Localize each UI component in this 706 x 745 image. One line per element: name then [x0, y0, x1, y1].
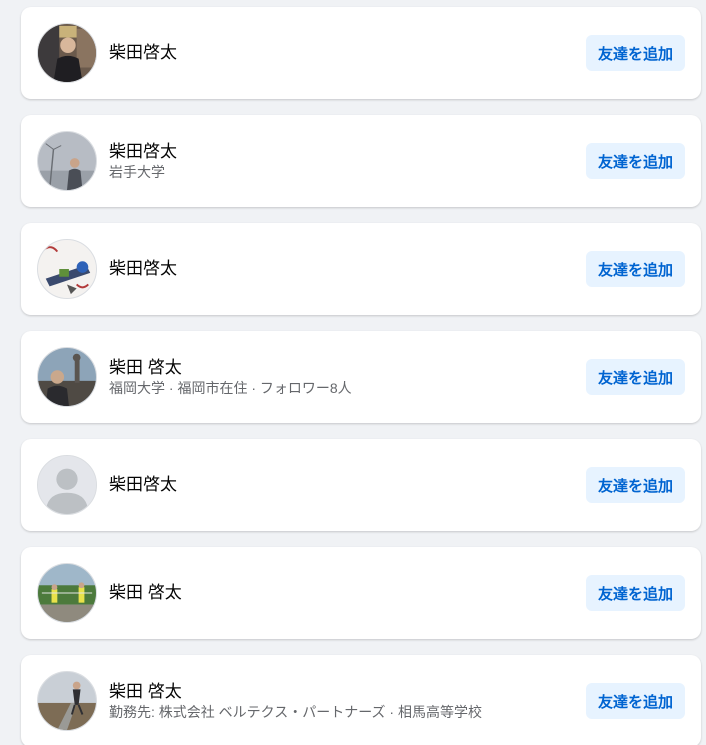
profile-photo-avatar[interactable]	[37, 347, 97, 407]
result-info: 柴田啓太	[109, 223, 177, 315]
result-card[interactable]: 柴田啓太 友達を追加	[21, 223, 701, 315]
default-user-icon	[38, 456, 96, 514]
result-name[interactable]: 柴田啓太	[109, 42, 177, 64]
profile-photo-icon	[38, 564, 96, 622]
result-name[interactable]: 柴田啓太	[109, 258, 177, 280]
result-info: 柴田啓太	[109, 7, 177, 99]
result-card[interactable]: 柴田啓太 友達を追加	[21, 439, 701, 531]
result-info: 柴田啓太 岩手大学	[109, 115, 177, 207]
result-name[interactable]: 柴田 啓太	[109, 582, 182, 604]
profile-photo-avatar[interactable]	[37, 239, 97, 299]
profile-photo-icon	[38, 132, 96, 190]
add-friend-button[interactable]: 友達を追加	[586, 575, 685, 611]
profile-photo-avatar[interactable]	[37, 23, 97, 83]
profile-photo-avatar[interactable]	[37, 671, 97, 731]
profile-photo-icon	[38, 24, 96, 82]
result-info: 柴田啓太	[109, 439, 177, 531]
result-name[interactable]: 柴田 啓太	[109, 681, 482, 703]
add-friend-button[interactable]: 友達を追加	[586, 251, 685, 287]
add-friend-button[interactable]: 友達を追加	[586, 143, 685, 179]
profile-photo-icon	[38, 240, 96, 298]
result-info: 柴田 啓太	[109, 547, 182, 639]
result-card[interactable]: 柴田啓太 友達を追加	[21, 7, 701, 99]
result-subtitle: 岩手大学	[109, 163, 165, 180]
default-avatar[interactable]	[37, 455, 97, 515]
add-friend-button[interactable]: 友達を追加	[586, 359, 685, 395]
result-card[interactable]: 柴田 啓太 勤務先: 株式会社 ベルテクス・パートナーズ · 相馬高等学校 友達…	[21, 655, 701, 745]
result-info: 柴田 啓太 勤務先: 株式会社 ベルテクス・パートナーズ · 相馬高等学校	[109, 655, 482, 745]
result-name[interactable]: 柴田啓太	[109, 474, 177, 496]
result-subtitle: 勤務先: 株式会社 ベルテクス・パートナーズ · 相馬高等学校	[109, 703, 482, 720]
add-friend-button[interactable]: 友達を追加	[586, 467, 685, 503]
result-subtitle: 福岡大学 · 福岡市在住 · フォロワー8人	[109, 379, 352, 396]
add-friend-button[interactable]: 友達を追加	[586, 683, 685, 719]
profile-photo-icon	[38, 672, 96, 730]
profile-photo-avatar[interactable]	[37, 131, 97, 191]
result-name[interactable]: 柴田 啓太	[109, 357, 352, 379]
result-card[interactable]: 柴田啓太 岩手大学 友達を追加	[21, 115, 701, 207]
profile-photo-icon	[38, 348, 96, 406]
result-name[interactable]: 柴田啓太	[109, 141, 177, 163]
add-friend-button[interactable]: 友達を追加	[586, 35, 685, 71]
profile-photo-avatar[interactable]	[37, 563, 97, 623]
result-info: 柴田 啓太 福岡大学 · 福岡市在住 · フォロワー8人	[109, 331, 352, 423]
result-card[interactable]: 柴田 啓太 福岡大学 · 福岡市在住 · フォロワー8人 友達を追加	[21, 331, 701, 423]
result-card[interactable]: 柴田 啓太 友達を追加	[21, 547, 701, 639]
search-results-list: 柴田啓太 友達を追加 柴田啓太 岩手大学 友達を追加 柴田啓太 友達を追加 柴田…	[0, 0, 706, 745]
